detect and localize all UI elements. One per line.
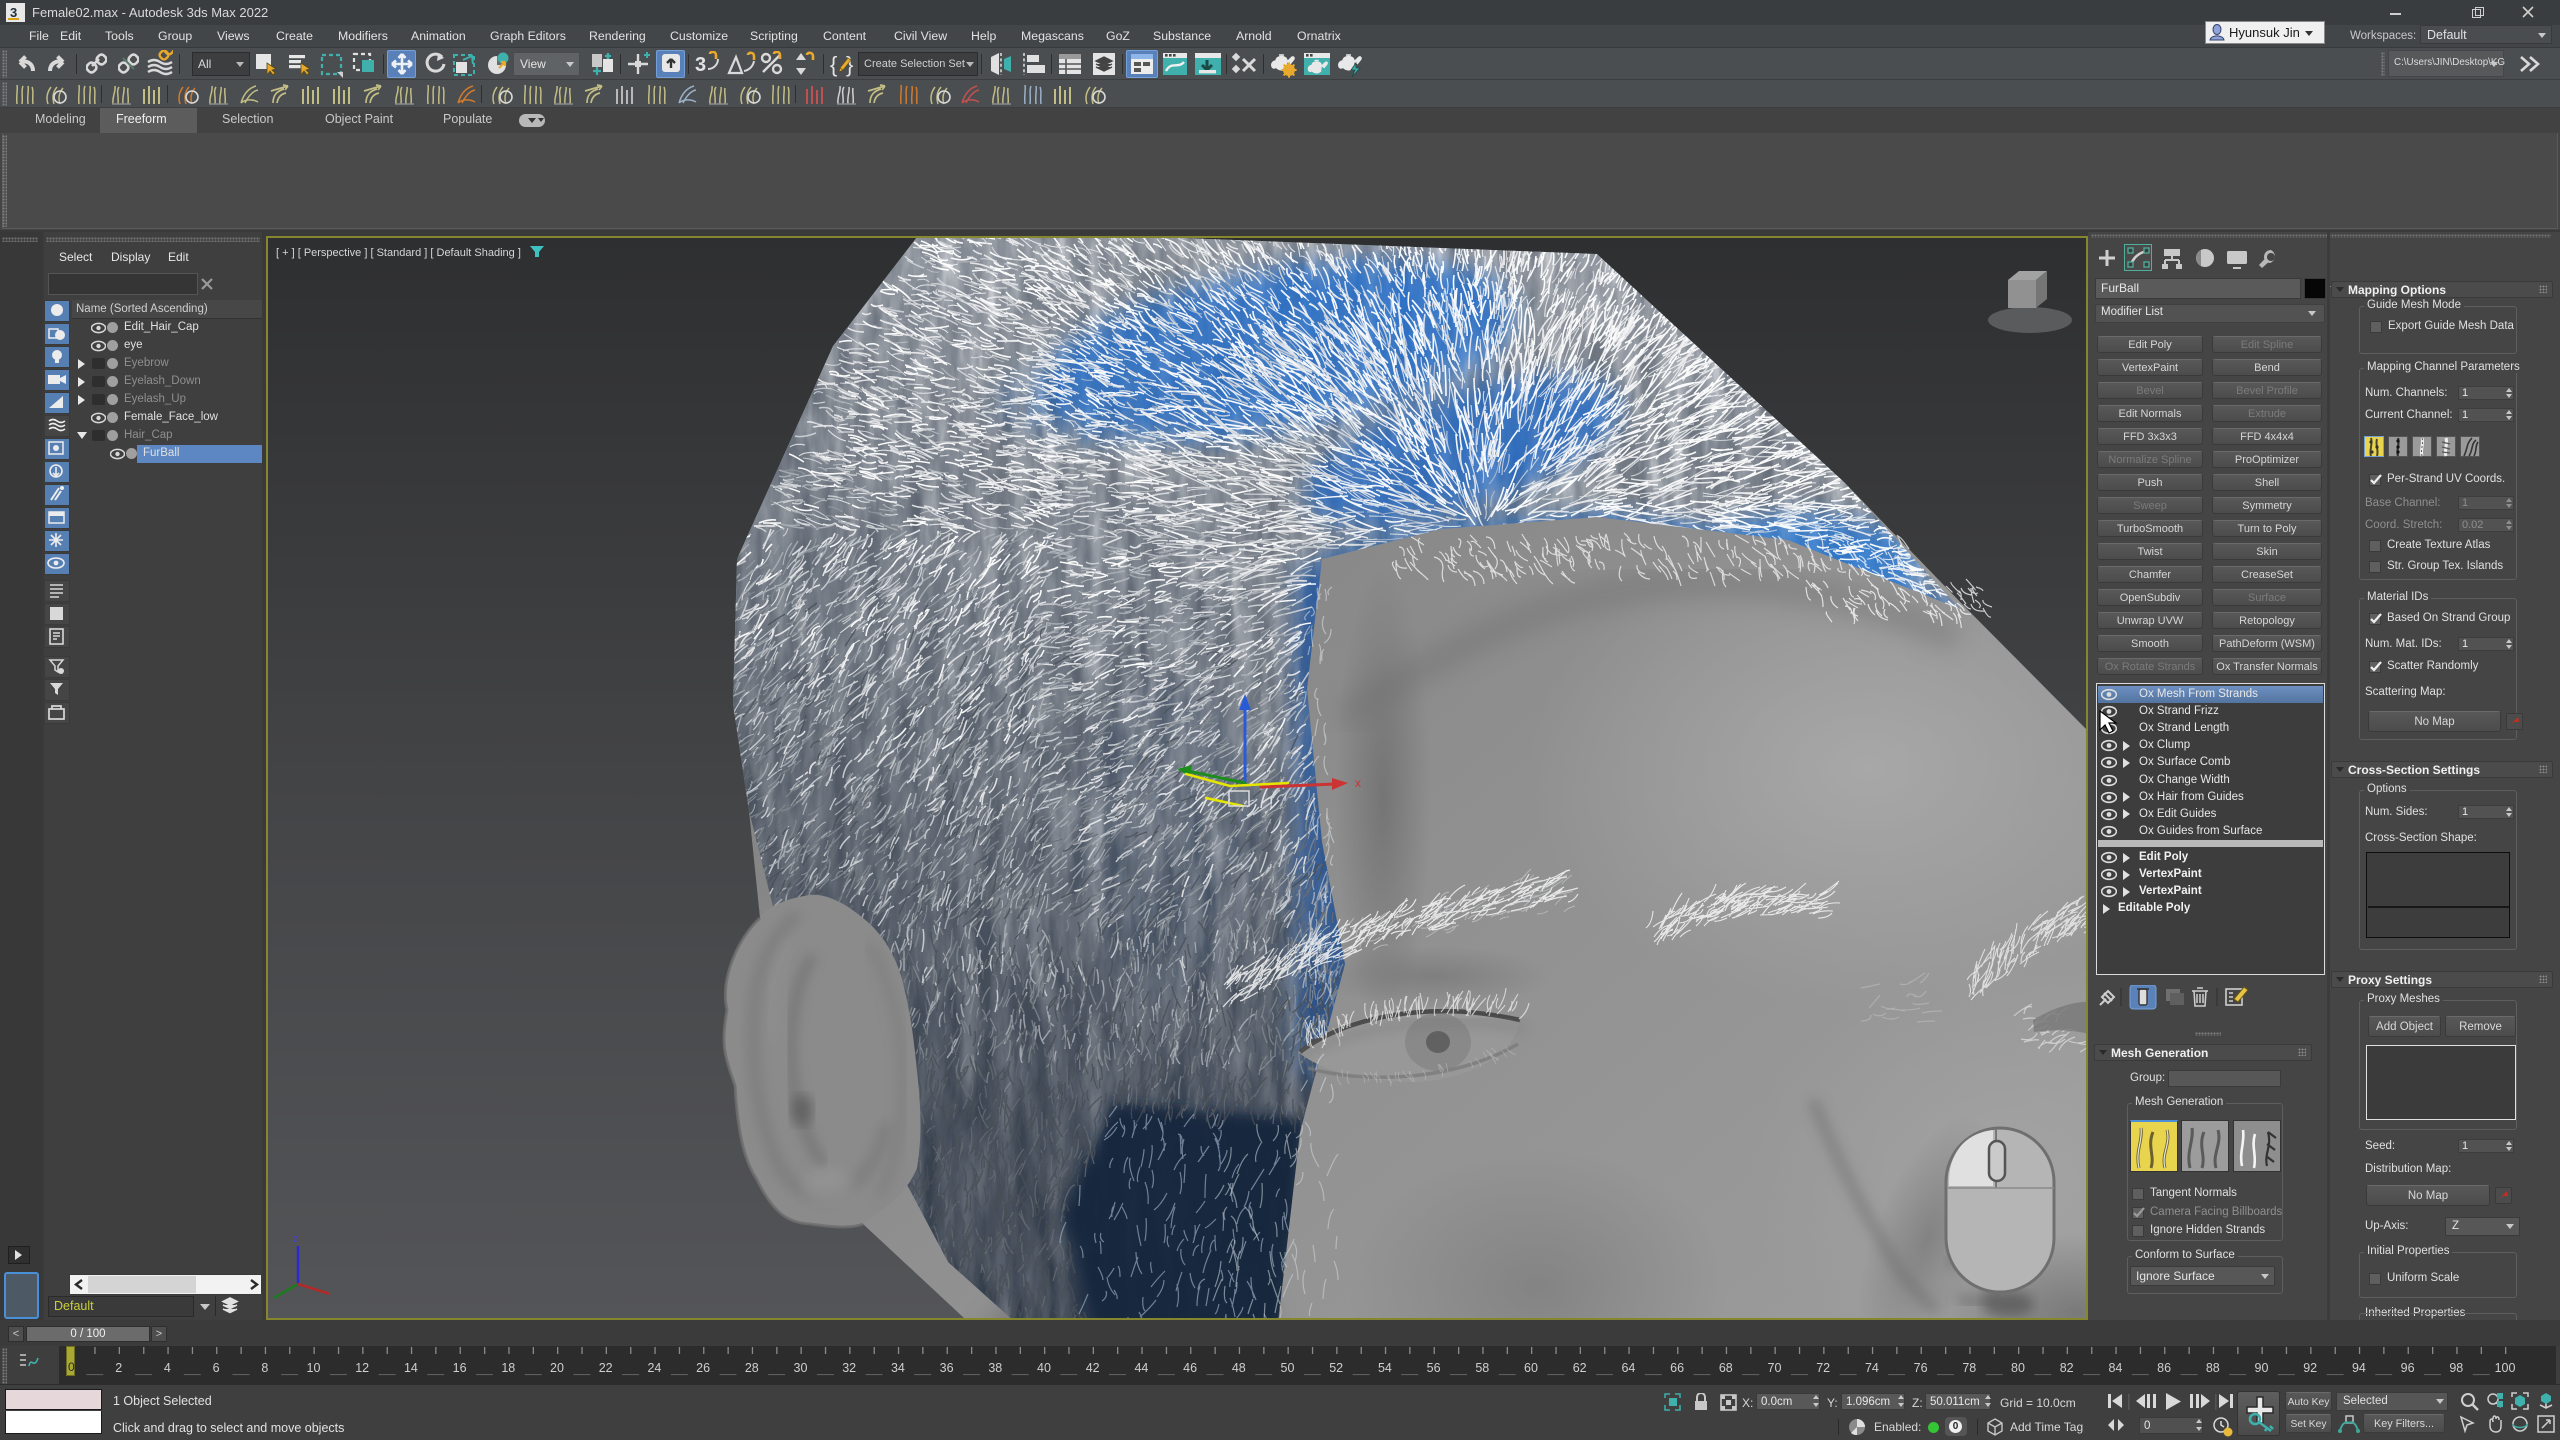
- svg-text:z: z: [293, 1233, 299, 1245]
- svg-text:60: 60: [1524, 1361, 1538, 1375]
- svg-text:66: 66: [1670, 1361, 1684, 1375]
- svg-text:50: 50: [1281, 1361, 1295, 1375]
- svg-text:[ + ] [ Perspective ] [ Standa: [ + ] [ Perspective ] [ Standard ] [ Def…: [276, 247, 521, 259]
- svg-text:92: 92: [2303, 1361, 2317, 1375]
- svg-text:10: 10: [307, 1361, 321, 1375]
- svg-text:12: 12: [355, 1361, 369, 1375]
- svg-text:16: 16: [453, 1361, 467, 1375]
- svg-text:x: x: [1355, 776, 1361, 790]
- svg-text:{: {: [830, 52, 837, 77]
- svg-text:56: 56: [1427, 1361, 1441, 1375]
- svg-text:88: 88: [2206, 1361, 2220, 1375]
- svg-text:82: 82: [2060, 1361, 2074, 1375]
- svg-text:3: 3: [695, 54, 706, 76]
- svg-text:54: 54: [1378, 1361, 1392, 1375]
- svg-text:80: 80: [2011, 1361, 2025, 1375]
- svg-text:98: 98: [2449, 1361, 2463, 1375]
- svg-text:34: 34: [891, 1361, 905, 1375]
- svg-text:76: 76: [1914, 1361, 1928, 1375]
- svg-text:94: 94: [2352, 1361, 2366, 1375]
- svg-text:78: 78: [1962, 1361, 1976, 1375]
- svg-text:14: 14: [404, 1361, 418, 1375]
- svg-text:20: 20: [550, 1361, 564, 1375]
- svg-text:26: 26: [696, 1361, 710, 1375]
- svg-text:2: 2: [115, 1361, 122, 1375]
- svg-text:96: 96: [2401, 1361, 2415, 1375]
- svg-text:72: 72: [1816, 1361, 1830, 1375]
- svg-text:30: 30: [794, 1361, 808, 1375]
- svg-text:6: 6: [213, 1361, 220, 1375]
- svg-text:8: 8: [261, 1361, 268, 1375]
- svg-text:100: 100: [2495, 1361, 2516, 1375]
- svg-text:74: 74: [1865, 1361, 1879, 1375]
- svg-text:86: 86: [2157, 1361, 2171, 1375]
- svg-text:24: 24: [647, 1361, 661, 1375]
- svg-text:58: 58: [1475, 1361, 1489, 1375]
- svg-text:46: 46: [1183, 1361, 1197, 1375]
- svg-text:42: 42: [1086, 1361, 1100, 1375]
- svg-text:3: 3: [10, 5, 17, 20]
- svg-text:36: 36: [940, 1361, 954, 1375]
- svg-text:28: 28: [745, 1361, 759, 1375]
- svg-text:22: 22: [599, 1361, 613, 1375]
- svg-text:38: 38: [988, 1361, 1002, 1375]
- svg-text:48: 48: [1232, 1361, 1246, 1375]
- svg-text:40: 40: [1037, 1361, 1051, 1375]
- svg-text:44: 44: [1134, 1361, 1148, 1375]
- svg-text:62: 62: [1573, 1361, 1587, 1375]
- svg-text:32: 32: [842, 1361, 856, 1375]
- svg-text:4: 4: [164, 1361, 171, 1375]
- svg-text:18: 18: [501, 1361, 515, 1375]
- svg-text:84: 84: [2108, 1361, 2122, 1375]
- svg-text:90: 90: [2255, 1361, 2269, 1375]
- svg-text:64: 64: [1621, 1361, 1635, 1375]
- svg-text:52: 52: [1329, 1361, 1343, 1375]
- svg-text:68: 68: [1719, 1361, 1733, 1375]
- svg-text:70: 70: [1768, 1361, 1782, 1375]
